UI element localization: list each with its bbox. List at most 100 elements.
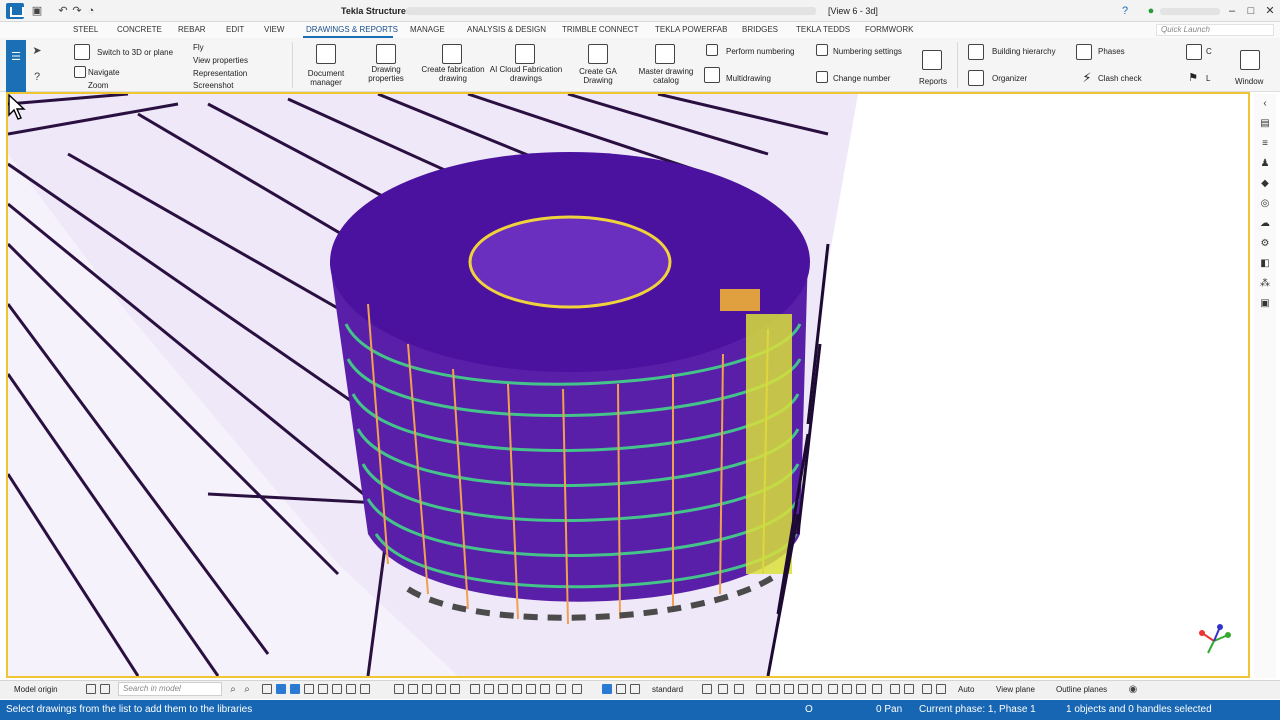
standard-dropdown[interactable]: standard (652, 685, 683, 694)
snap-mode-active-icon[interactable] (602, 684, 612, 694)
user-icon[interactable]: ● (1144, 4, 1158, 18)
snap-perpendicular-icon[interactable] (450, 684, 460, 694)
view-option-icon[interactable] (702, 684, 712, 694)
save-icon[interactable]: ▣ (30, 4, 44, 18)
create-ga-drawing-button[interactable]: Create GA Drawing (572, 67, 624, 85)
history-icon[interactable]: ◔ (84, 4, 98, 18)
slash-tool-icon[interactable] (856, 684, 866, 694)
menu-bridges[interactable]: BRIDGES (742, 25, 778, 34)
current-phase-indicator[interactable]: Current phase: 1, Phase 1 (919, 704, 1036, 715)
work-area-icon[interactable] (770, 684, 780, 694)
eye-icon[interactable]: ◉ (1126, 683, 1140, 697)
snap-intersection-icon[interactable] (436, 684, 446, 694)
drawing-properties-button[interactable]: Drawing properties (360, 65, 412, 83)
select-parts-icon[interactable] (290, 684, 300, 694)
undo-icon[interactable]: ↶ (56, 4, 70, 18)
triangle-tool-icon[interactable] (798, 684, 808, 694)
model-viewport-3d[interactable] (6, 92, 1250, 678)
snap-grid-icon[interactable] (556, 684, 566, 694)
screenshot-button[interactable]: Screenshot (193, 81, 233, 90)
angle-tool-icon[interactable] (828, 684, 838, 694)
snap-reference-icon[interactable] (526, 684, 536, 694)
tekla-logo-icon[interactable] (6, 3, 24, 19)
fly-button[interactable]: Fly (193, 43, 204, 52)
clash-check-button[interactable]: Clash check (1098, 74, 1142, 83)
panel-icon[interactable] (922, 684, 932, 694)
menu-formwork[interactable]: FORMWORK (865, 25, 913, 34)
origin-toggle-icon[interactable] (86, 684, 96, 694)
snap-geometry-icon[interactable] (512, 684, 522, 694)
ai-cloud-fabrication-button[interactable]: AI Cloud Fabrication drawings (488, 65, 564, 83)
phases-button[interactable]: Phases (1098, 47, 1125, 56)
select-tool-icon[interactable] (262, 684, 272, 694)
menu-tekla-tedds[interactable]: TEKLA TEDDS (796, 25, 850, 34)
menu-drawings-reports[interactable]: DRAWINGS & REPORTS (306, 25, 398, 34)
model-search-input[interactable]: Search in model (118, 682, 222, 696)
menu-analysis-design[interactable]: ANALYSIS & DESIGN (467, 25, 546, 34)
maximize-icon[interactable]: □ (1241, 3, 1261, 19)
auto-dropdown[interactable]: Auto (958, 685, 974, 694)
snap-line-icon[interactable] (470, 684, 480, 694)
snap-nearest-icon[interactable] (484, 684, 494, 694)
help-icon[interactable]: ? (1118, 4, 1132, 18)
search-icon[interactable]: ⌕ (226, 683, 240, 697)
change-number-button[interactable]: Change number (833, 74, 890, 83)
menu-concrete[interactable]: CONCRETE (117, 25, 162, 34)
perform-numbering-button[interactable]: Perform numbering (726, 47, 794, 56)
tools-icon[interactable]: ▣ (1259, 298, 1271, 310)
globe-icon[interactable]: ◎ (1259, 198, 1271, 210)
organizer-button[interactable]: Organizer (992, 74, 1027, 83)
menu-rebar[interactable]: REBAR (178, 25, 206, 34)
cross-snap-icon[interactable] (872, 684, 882, 694)
truncated-tool-l-button[interactable]: L (1206, 74, 1210, 83)
reports-button[interactable]: Reports (919, 77, 947, 86)
settings-icon[interactable]: ⚙ (1259, 238, 1271, 250)
snap-extension-icon[interactable] (540, 684, 550, 694)
window-button[interactable]: Window (1235, 77, 1263, 86)
select-welds-icon[interactable] (332, 684, 342, 694)
snap-depth-icon[interactable] (630, 684, 640, 694)
select-grids-icon[interactable] (360, 684, 370, 694)
master-drawing-catalog-button[interactable]: Master drawing catalog (634, 67, 698, 85)
expand-icon[interactable] (904, 684, 914, 694)
ortho-indicator[interactable]: O (805, 704, 813, 715)
search-options-icon[interactable]: ⌕ (240, 683, 254, 697)
parallel-tool-icon[interactable] (842, 684, 852, 694)
document-manager-button[interactable]: Document manager (300, 69, 352, 87)
menu-trimble-connect[interactable]: TRIMBLE CONNECT (562, 25, 638, 34)
cross-tool-icon[interactable] (812, 684, 822, 694)
snap-plane-icon[interactable] (572, 684, 582, 694)
view-option-icon[interactable] (718, 684, 728, 694)
navigate-button[interactable]: Navigate (88, 68, 120, 77)
menu-tekla-powerfab[interactable]: TEKLA POWERFAB (655, 25, 727, 34)
model-origin-dropdown[interactable]: Model origin (14, 685, 58, 694)
select-components-icon[interactable] (304, 684, 314, 694)
collapse-panel-icon[interactable]: ‹ (1259, 98, 1271, 110)
notification-icon[interactable]: ◆ (1259, 178, 1271, 190)
cube-icon[interactable]: ◧ (1259, 258, 1271, 270)
zoom-button[interactable]: Zoom (88, 81, 108, 90)
redo-icon[interactable]: ↷ (70, 4, 84, 18)
create-fabrication-drawing-button[interactable]: Create fabrication drawing (418, 65, 488, 83)
menu-icon[interactable]: ☰ (6, 50, 26, 63)
view-properties-button[interactable]: View properties (193, 56, 248, 65)
building-hierarchy-button[interactable]: Building hierarchy (992, 47, 1056, 56)
close-icon[interactable]: ✕ (1260, 3, 1280, 19)
truncated-tool-c-button[interactable]: C (1206, 47, 1212, 56)
menu-view[interactable]: VIEW (264, 25, 284, 34)
panel-icon[interactable] (936, 684, 946, 694)
snap-end-icon[interactable] (394, 684, 404, 694)
catalog-icon[interactable]: ≡ (1259, 138, 1271, 150)
properties-icon[interactable]: ▤ (1259, 118, 1271, 130)
select-filter-icon[interactable] (276, 684, 286, 694)
users-icon[interactable]: ♟ (1259, 158, 1271, 170)
hourglass-icon[interactable] (890, 684, 900, 694)
snap-center-icon[interactable] (422, 684, 432, 694)
components-icon[interactable]: ⁂ (1259, 278, 1271, 290)
cloud-icon[interactable]: ☁ (1259, 218, 1271, 230)
visibility-icon[interactable] (734, 684, 744, 694)
snap-any-icon[interactable] (498, 684, 508, 694)
multidrawing-button[interactable]: Multidrawing (726, 74, 771, 83)
select-bolts-icon[interactable] (318, 684, 328, 694)
menu-edit[interactable]: EDIT (226, 25, 244, 34)
